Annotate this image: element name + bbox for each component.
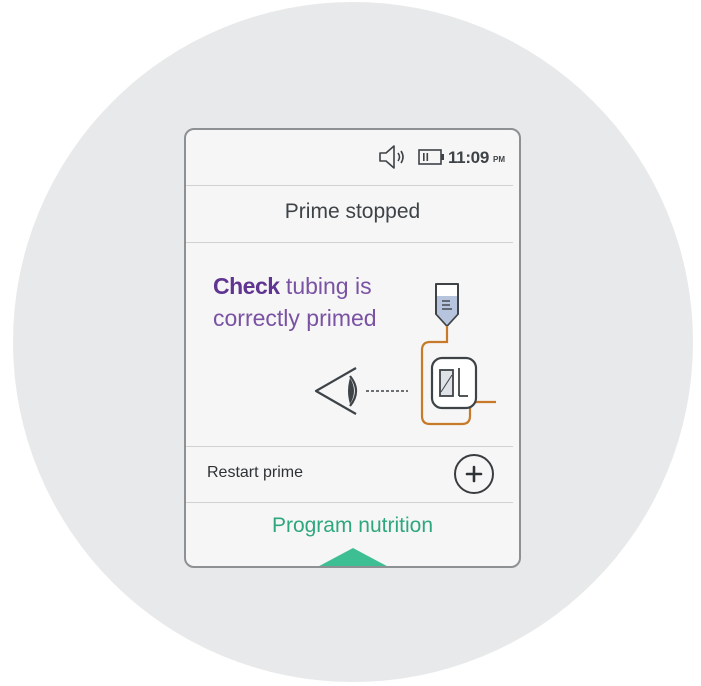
tubing-pump-icon — [420, 283, 496, 426]
restart-prime-label: Restart prime — [207, 464, 304, 481]
divider — [186, 185, 513, 186]
divider — [186, 446, 513, 447]
restart-prime-row[interactable]: Restart prime — [186, 448, 519, 502]
scroll-up-tab[interactable] — [308, 548, 398, 566]
eye-icon — [314, 367, 408, 415]
clock-time: 11:09 — [447, 148, 489, 167]
instruction-text: Check tubing is correctly primed — [213, 270, 413, 334]
divider — [186, 502, 513, 503]
status-bar: 11:09 PM — [186, 130, 519, 186]
clock-ampm: PM — [493, 155, 505, 164]
pump-screen: 11:09 PM Prime stopped Check tubing is c… — [184, 128, 521, 568]
page-title: Prime stopped — [284, 200, 421, 223]
program-nutrition-button[interactable]: Program nutrition — [186, 514, 519, 538]
instruction-emphasis: Check — [213, 273, 280, 299]
battery-icon — [418, 149, 444, 165]
speaker-icon — [379, 145, 404, 169]
plus-icon — [465, 465, 483, 483]
restart-prime-button[interactable] — [454, 454, 494, 494]
divider — [186, 242, 513, 243]
